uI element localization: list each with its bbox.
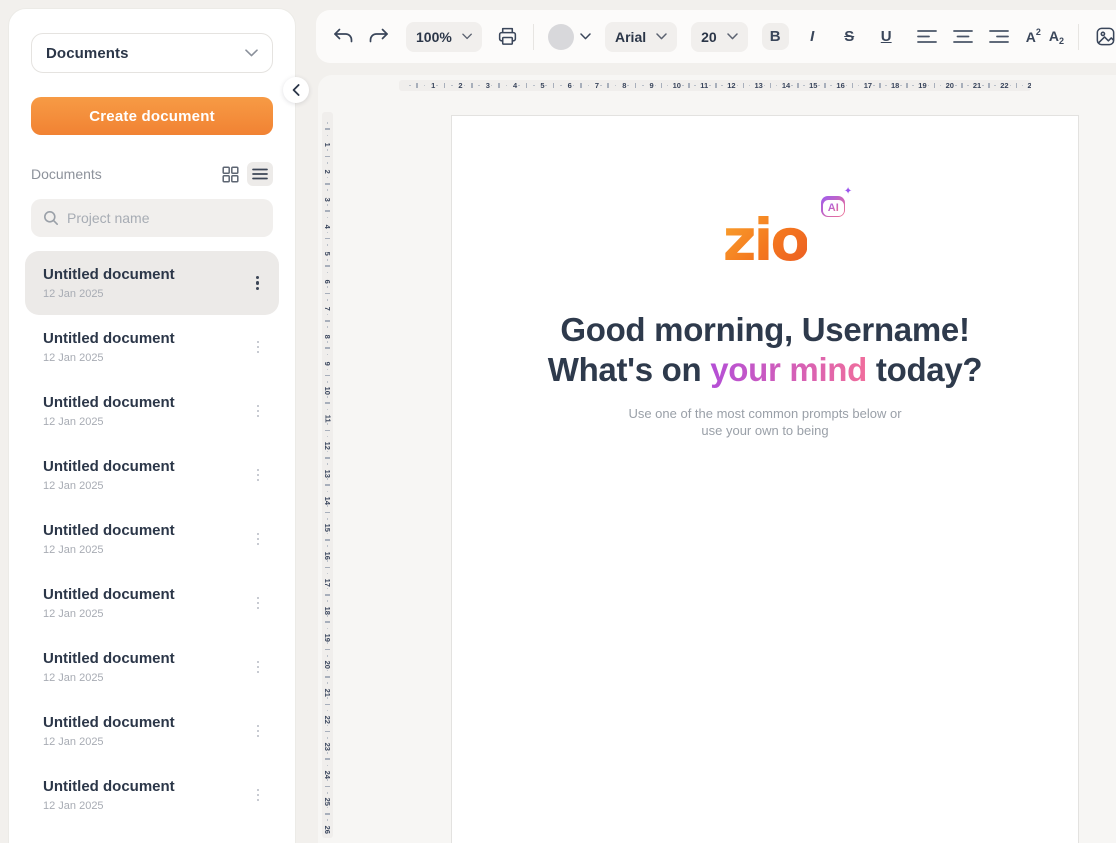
bold-button[interactable]: B	[762, 23, 789, 50]
kebab-menu-icon[interactable]	[251, 463, 266, 488]
chevron-down-icon	[727, 33, 738, 40]
toolbar-divider	[533, 24, 534, 50]
documents-list-header: Documents	[31, 166, 213, 182]
document-date: 12 Jan 2025	[43, 672, 251, 684]
document-page[interactable]: zio AI ✦ Good morning, Username! What's …	[451, 115, 1079, 843]
kebab-menu-icon[interactable]	[250, 270, 265, 297]
image-icon	[1094, 25, 1116, 48]
app-window: Documents Create document Documents	[0, 0, 1116, 843]
undo-icon	[332, 27, 354, 46]
document-date: 12 Jan 2025	[43, 288, 250, 300]
subscript-button[interactable]: A2	[1049, 28, 1064, 46]
chevron-down-icon	[580, 33, 591, 40]
zoom-select[interactable]: 100%	[406, 22, 482, 52]
document-date: 12 Jan 2025	[43, 800, 251, 812]
document-title: Untitled document	[43, 394, 251, 412]
print-icon	[496, 25, 519, 48]
greeting-subtext: Use one of the most common prompts below…	[452, 405, 1078, 439]
list-view-button[interactable]	[247, 162, 273, 186]
document-date: 12 Jan 2025	[43, 608, 251, 620]
kebab-menu-icon[interactable]	[251, 719, 266, 744]
font-family-select[interactable]: Arial	[605, 22, 677, 52]
document-title: Untitled document	[43, 778, 251, 796]
redo-button[interactable]	[366, 24, 392, 50]
document-title: Untitled document	[43, 458, 251, 476]
logo-wordmark: zio	[723, 206, 808, 274]
kebab-menu-icon[interactable]	[251, 335, 266, 360]
document-item[interactable]: Untitled document 12 Jan 2025	[25, 763, 279, 827]
sparkle-icon: ✦	[844, 187, 852, 197]
kebab-menu-icon[interactable]	[251, 783, 266, 808]
chevron-down-icon	[245, 49, 258, 57]
align-center-button[interactable]	[950, 24, 976, 50]
horizontal-ruler[interactable]: 1234567891011121314151617181920212223	[399, 80, 1031, 91]
insert-image-button[interactable]	[1093, 24, 1116, 50]
font-family-value: Arial	[615, 29, 646, 45]
align-left-button[interactable]	[914, 24, 940, 50]
collection-select-value: Documents	[46, 45, 129, 62]
kebab-menu-icon[interactable]	[251, 591, 266, 616]
create-document-button[interactable]: Create document	[31, 97, 273, 135]
align-center-icon	[953, 29, 973, 44]
redo-icon	[368, 27, 390, 46]
font-size-value: 20	[701, 29, 717, 45]
collection-select[interactable]: Documents	[31, 33, 273, 73]
document-date: 12 Jan 2025	[43, 416, 251, 428]
document-item[interactable]: Untitled document 12 Jan 2025	[25, 251, 279, 315]
document-title: Untitled document	[43, 266, 250, 284]
document-item[interactable]: Untitled document 12 Jan 2025	[25, 699, 279, 763]
grid-view-button[interactable]	[217, 162, 243, 186]
search-box[interactable]	[31, 199, 273, 237]
print-button[interactable]	[496, 24, 519, 50]
font-size-select[interactable]: 20	[691, 22, 748, 52]
align-left-icon	[917, 29, 937, 44]
document-title: Untitled document	[43, 522, 251, 540]
sidebar: Documents Create document Documents	[8, 8, 296, 843]
document-title: Untitled document	[43, 714, 251, 732]
ai-badge: AI ✦	[821, 196, 845, 217]
editor-canvas: 1234567891011121314151617181920212223 12…	[318, 75, 1116, 843]
align-right-button[interactable]	[986, 24, 1012, 50]
document-item[interactable]: Untitled document 12 Jan 2025	[25, 443, 279, 507]
zoom-value: 100%	[416, 29, 452, 45]
document-date: 12 Jan 2025	[43, 480, 251, 492]
kebab-menu-icon[interactable]	[251, 399, 266, 424]
document-date: 12 Jan 2025	[43, 544, 251, 556]
search-input[interactable]	[67, 210, 261, 226]
greeting-highlight: your mind	[710, 351, 867, 388]
editor-toolbar: 100% Arial 20 B I S U	[316, 10, 1116, 63]
document-title: Untitled document	[43, 586, 251, 604]
underline-button[interactable]: U	[873, 23, 900, 50]
document-title: Untitled document	[43, 330, 251, 348]
grid-icon	[222, 166, 239, 183]
document-item[interactable]: Untitled document 12 Jan 2025	[25, 315, 279, 379]
document-item[interactable]: Untitled document 12 Jan 2025	[25, 379, 279, 443]
align-right-icon	[989, 29, 1009, 44]
kebab-menu-icon[interactable]	[251, 655, 266, 680]
document-date: 12 Jan 2025	[43, 736, 251, 748]
collapse-sidebar-button[interactable]	[283, 77, 309, 103]
kebab-menu-icon[interactable]	[251, 527, 266, 552]
app-logo: zio AI ✦	[723, 212, 808, 268]
chevron-down-icon	[656, 33, 667, 40]
chevron-down-icon	[462, 33, 472, 40]
color-swatch	[548, 24, 574, 50]
toolbar-divider	[1078, 24, 1079, 50]
search-icon	[43, 210, 59, 226]
document-list: Untitled document 12 Jan 2025 Untitled d…	[25, 251, 279, 827]
chevron-left-icon	[292, 84, 300, 96]
undo-button[interactable]	[330, 24, 356, 50]
strikethrough-button[interactable]: S	[836, 23, 863, 50]
document-title: Untitled document	[43, 650, 251, 668]
document-date: 12 Jan 2025	[43, 352, 251, 364]
italic-button[interactable]: I	[799, 23, 826, 50]
greeting-heading: Good morning, Username! What's on your m…	[452, 310, 1078, 390]
document-item[interactable]: Untitled document 12 Jan 2025	[25, 507, 279, 571]
superscript-button[interactable]: A2	[1026, 29, 1041, 45]
text-color-picker[interactable]	[548, 24, 591, 50]
list-icon	[252, 168, 268, 180]
document-item[interactable]: Untitled document 12 Jan 2025	[25, 571, 279, 635]
document-item[interactable]: Untitled document 12 Jan 2025	[25, 635, 279, 699]
vertical-ruler[interactable]: 1234567891011121314151617181920212223242…	[322, 112, 333, 838]
